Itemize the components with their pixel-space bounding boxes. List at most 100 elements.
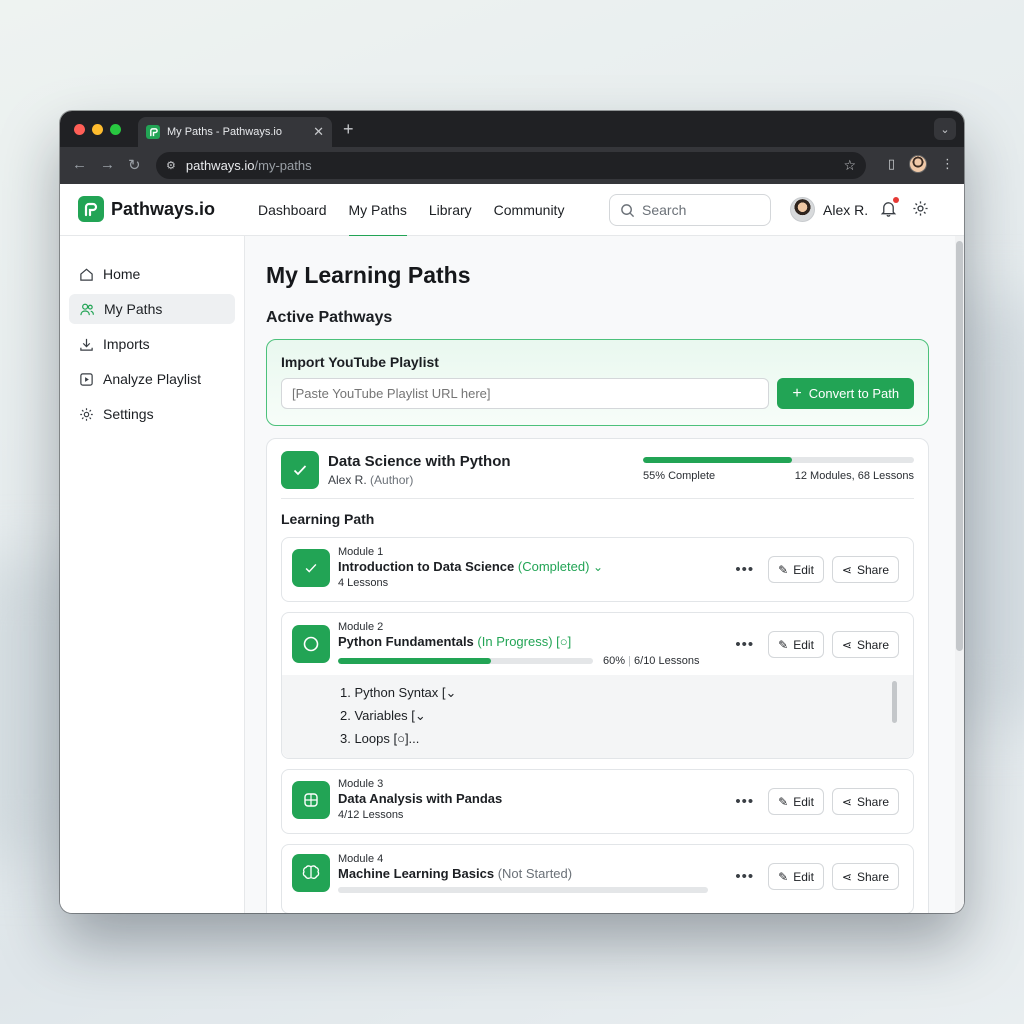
forward-icon[interactable]: → [100,156,115,173]
maximize-window-button[interactable] [110,124,121,135]
sidebar-item-label: Settings [103,406,154,422]
notifications-button[interactable] [880,197,899,222]
user-name: Alex R. [823,201,869,218]
tab-search-icon[interactable]: ⌄ [934,118,956,140]
more-options-icon[interactable]: ••• [735,561,754,578]
module-progress-bar [338,658,593,664]
nav-library[interactable]: Library [429,184,472,236]
reload-icon[interactable]: ↻ [128,156,141,174]
convert-to-path-button[interactable]: + Convert to Path [777,378,914,409]
gear-icon [80,407,93,421]
settings-button[interactable] [912,200,929,222]
nav-community[interactable]: Community [494,184,565,236]
play-square-icon [80,372,93,386]
new-tab-icon[interactable]: + [343,119,354,140]
path-name[interactable]: Data Science with Python [328,453,511,470]
share-button[interactable]: ⋖ Share [831,788,899,815]
lesson-item[interactable]: 1. Python Syntax [⌄ [340,681,913,704]
favicon-icon [146,125,160,139]
lesson-item[interactable]: 3. Loops [○]... [340,727,913,750]
more-options-icon[interactable]: ••• [735,793,754,810]
address-bar[interactable]: ⚙ pathways.io /my-paths ☆ [156,152,866,179]
check-icon [292,548,330,587]
sidebar-item-settings[interactable]: Settings [69,399,235,429]
site-info-icon[interactable]: ⚙ [166,159,176,172]
more-options-icon[interactable]: ••• [735,636,754,653]
module-number: Module 4 [338,853,384,865]
import-title: Import YouTube Playlist [281,354,439,370]
back-icon[interactable]: ← [72,156,87,173]
path-progress-label: 55% Complete [643,470,716,482]
module-status: (Completed) [517,559,590,574]
user-avatar [790,197,815,222]
brand-logo[interactable]: Pathways.io [78,196,215,222]
address-bar-row: ← → ↻ ⚙ pathways.io /my-paths ☆ ▯ ⋮ [60,147,964,184]
top-navigation: Dashboard My Paths Library Community [258,184,565,237]
edit-button[interactable]: ✎ Edit [768,863,824,890]
module-progress-fill [338,658,491,664]
share-button[interactable]: ⋖ Share [831,631,899,658]
module-status: (Not Started) [497,866,573,881]
notification-dot [893,197,899,203]
search-input[interactable]: Search [609,194,771,226]
module-card: Module 4 Machine Learning Basics (Not St… [281,844,914,913]
sidebar-item-home[interactable]: Home [69,259,235,289]
nav-dashboard[interactable]: Dashboard [258,184,327,236]
minimize-window-button[interactable] [92,124,103,135]
sidebar-item-imports[interactable]: Imports [69,329,235,359]
module-progress-bar [338,887,708,893]
brain-icon [292,854,330,892]
path-completed-icon [281,450,319,489]
share-icon: ⋖ [841,869,852,884]
convert-button-label: Convert to Path [808,386,900,401]
module-card: Module 1 Introduction to Data Science (C… [281,537,914,602]
brand-name: Pathways.io [111,198,216,219]
module-number: Module 3 [338,778,384,790]
lesson-item[interactable]: 2. Variables [⌄ [340,704,913,727]
browser-profile-avatar[interactable] [909,155,927,173]
chevron-down-icon[interactable]: ⌄ [593,560,603,574]
browser-tab[interactable]: My Paths - Pathways.io ✕ [138,117,332,147]
path-progress-bar [643,457,914,463]
edit-button[interactable]: ✎ Edit [768,788,824,815]
edit-button[interactable]: ✎ Edit [768,556,824,583]
pencil-icon: ✎ [778,637,789,652]
close-window-button[interactable] [74,124,85,135]
pathways-logo-icon [78,196,104,222]
tab-close-icon[interactable]: ✕ [313,124,324,140]
lesson-list: 1. Python Syntax [⌄ 2. Variables [⌄ 3. L… [282,675,913,758]
main-scrollbar-thumb[interactable] [956,241,963,651]
browser-toolbar-right: ▯ ⋮ [888,155,954,173]
sidebar-item-analyze-playlist[interactable]: Analyze Playlist [69,364,235,394]
nav-my-paths[interactable]: My Paths [348,184,408,237]
table-icon [292,780,330,819]
module-card: Module 2 Python Fundamentals (In Progres… [281,612,914,759]
share-button[interactable]: ⋖ Share [831,863,899,890]
more-options-icon[interactable]: ••• [735,868,754,885]
tab-title: My Paths - Pathways.io [167,126,282,138]
module-progress-label: 60% | 6/10 Lessons [603,655,700,667]
edit-button[interactable]: ✎ Edit [768,631,824,658]
main-content: My Learning Paths Active Pathways Import… [245,236,964,913]
main-scrollbar[interactable] [955,236,964,913]
search-placeholder: Search [642,202,687,218]
side-panel-icon[interactable]: ▯ [888,156,895,172]
module-number: Module 2 [338,621,384,633]
sidebar-item-my-paths[interactable]: My Paths [69,294,235,324]
search-icon [621,203,635,217]
module-lessons: 4 Lessons [338,577,389,589]
pencil-icon: ✎ [778,869,789,884]
playlist-url-input[interactable] [281,378,770,409]
share-button[interactable]: ⋖ Share [831,556,899,583]
bookmark-star-icon[interactable]: ☆ [843,157,856,174]
sidebar: Home My Paths Imports Analyze Playlist S… [60,236,245,913]
circle-icon [292,625,330,663]
pencil-icon: ✎ [778,562,789,577]
browser-menu-icon[interactable]: ⋮ [941,156,954,172]
lesson-list-scrollbar[interactable] [892,681,897,723]
user-menu[interactable]: Alex R. [790,197,868,222]
sidebar-item-label: My Paths [104,301,163,317]
tab-strip: My Paths - Pathways.io ✕ + ⌄ [60,111,964,147]
share-icon: ⋖ [841,637,852,652]
pencil-icon: ✎ [778,794,789,809]
